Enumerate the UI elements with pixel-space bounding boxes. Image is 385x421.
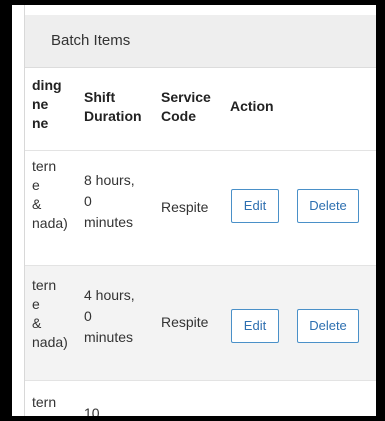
screen-frame-left [0,0,12,421]
screen-frame-right [376,0,385,421]
column-header-action: Action [230,98,274,114]
clipped-cell: tern e & nada) [32,158,68,231]
screen-frame-bottom [0,416,385,421]
clipped-cell: tern e & nada) [32,277,68,350]
service-code-cell: Respite [161,199,209,215]
edit-button[interactable]: Edit [231,189,279,223]
clipped-cell: tern [32,394,57,410]
shift-duration-cell: 10 [84,405,100,416]
table-header-row: ding ne ne Shift Duration Service Code Actio… [25,68,376,151]
column-header-shift-duration: Shift Duration [84,89,142,124]
batch-items-panel: Batch Items ding ne ne Shift Duration Servi… [25,5,376,416]
shift-duration-cell: 4 hours, 0 minutes [84,287,135,345]
panel-header: Batch Items [25,15,376,68]
table-row: tern 10 [25,381,376,416]
column-header-clipped: ding ne ne [32,77,62,131]
column-header-service-code: Service Code [161,89,211,124]
edit-button[interactable]: Edit [231,309,279,343]
panel-title: Batch Items [51,32,131,49]
table-row: tern e & nada) 4 hours, 0 minutes Respite Ed… [25,266,376,381]
table-row: tern e & nada) 8 hours, 0 minutes Respite Ed… [25,151,376,266]
delete-button[interactable]: Delete [297,309,359,343]
shift-duration-cell: 8 hours, 0 minutes [84,172,135,230]
service-code-cell: Respite [161,314,209,330]
delete-button[interactable]: Delete [297,189,359,223]
